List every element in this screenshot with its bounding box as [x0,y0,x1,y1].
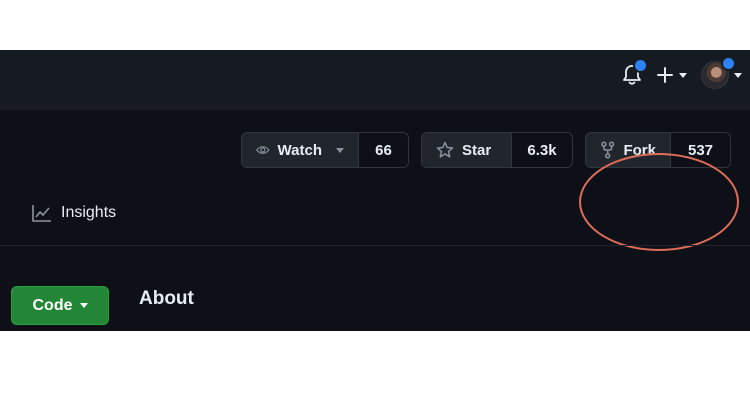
fork-button-group: Fork 537 [585,132,731,168]
fork-label: Fork [623,141,656,159]
fork-icon [601,141,615,159]
status-indicator [721,56,736,71]
star-icon [436,141,454,158]
star-count[interactable]: 6.3k [512,133,572,167]
plus-icon [657,67,673,83]
fork-button[interactable]: Fork [586,133,671,167]
tab-insights[interactable]: Insights [32,204,116,222]
github-repo-screenshot: Watch 66 Star 6.3k Fork 537 Insights Cod… [0,50,750,331]
code-button[interactable]: Code [11,286,109,325]
notifications-button[interactable] [622,58,648,86]
chevron-down-icon [734,72,742,78]
divider [0,245,750,246]
watch-label: Watch [277,141,322,159]
graph-icon [32,205,51,222]
watch-button-group: Watch 66 [241,132,409,168]
top-navigation-bar [0,50,750,110]
about-heading: About [139,288,194,309]
chevron-down-icon [336,147,344,153]
star-button[interactable]: Star [422,133,512,167]
insights-label: Insights [61,204,117,221]
fork-count[interactable]: 537 [671,133,730,167]
chevron-down-icon [679,72,687,78]
star-label: Star [462,141,492,159]
notification-indicator [633,58,648,73]
star-button-group: Star 6.3k [421,132,573,168]
watch-count[interactable]: 66 [359,133,408,167]
chevron-down-icon [79,303,88,308]
watch-button[interactable]: Watch [242,133,359,167]
code-button-label: Code [32,296,73,314]
eye-icon [256,146,270,154]
create-new-button[interactable] [656,66,687,84]
user-menu-button[interactable] [701,56,742,89]
header-actions [622,56,742,90]
